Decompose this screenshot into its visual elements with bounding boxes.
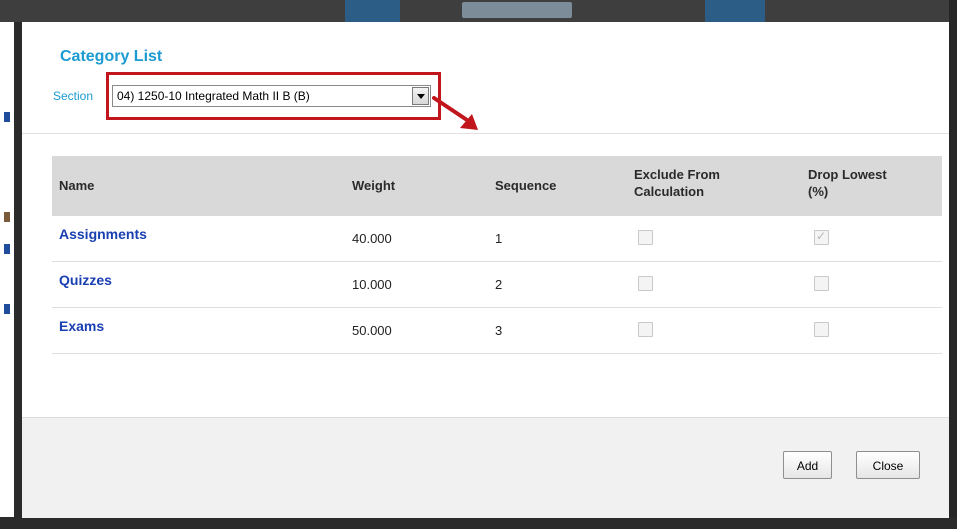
sequence-cell: 3 [495,323,503,338]
table-header: Name Weight Sequence Exclude From Calcul… [52,156,942,216]
category-link-exams[interactable]: Exams [59,318,104,334]
annotation-arrow-icon [432,96,478,130]
exclude-checkbox[interactable] [638,276,653,291]
background-text-fragment [4,244,10,254]
table-row: Exams 50.000 3 [52,308,942,354]
header-exclude: Exclude From Calculation [634,166,720,200]
add-button[interactable]: Add [783,451,832,479]
drop-lowest-checkbox[interactable] [814,229,829,245]
weight-cell: 10.000 [352,277,392,292]
section-label: Section [53,89,94,103]
background-block [345,0,400,22]
category-list-dialog: Category List Section 04) 1250-10 Integr… [14,22,949,518]
dialog-title: Category List [60,48,163,65]
header-weight: Weight [352,178,396,193]
table-row: Assignments 40.000 1 [52,216,942,262]
background-text-fragment [4,112,10,122]
exclude-checkbox[interactable] [638,230,653,245]
header-exclude-line2: Calculation [634,184,705,199]
background-page-edge [0,22,14,517]
exclude-checkbox[interactable] [638,322,653,337]
background-bottom-edge [0,517,957,529]
category-link-assignments[interactable]: Assignments [59,226,147,242]
header-name: Name [59,178,95,193]
weight-cell: 40.000 [352,231,392,246]
drop-lowest-checkbox[interactable] [814,276,829,291]
drop-lowest-checkbox[interactable] [814,322,829,337]
background-text-fragment [4,212,10,222]
dialog-footer: Add Close [22,417,949,518]
header-drop-line1: Drop Lowest [808,167,887,182]
sequence-cell: 1 [495,231,503,246]
background-title [462,2,572,18]
background-right-edge [949,0,957,529]
weight-cell: 50.000 [352,323,392,338]
category-link-quizzes[interactable]: Quizzes [59,272,112,288]
annotation-highlight-box [106,72,441,120]
table-row: Quizzes 10.000 2 [52,262,942,308]
header-sequence: Sequence [495,178,557,193]
close-button[interactable]: Close [856,451,920,479]
category-table: Name Weight Sequence Exclude From Calcul… [52,156,942,354]
header-drop-line2: (%) [808,184,829,199]
sequence-cell: 2 [495,277,503,292]
header-exclude-line1: Exclude From [634,167,720,182]
background-header [0,0,957,22]
divider [22,133,949,134]
header-drop-lowest: Drop Lowest (%) [808,166,887,200]
background-text-fragment [4,304,10,314]
background-block [705,0,765,22]
